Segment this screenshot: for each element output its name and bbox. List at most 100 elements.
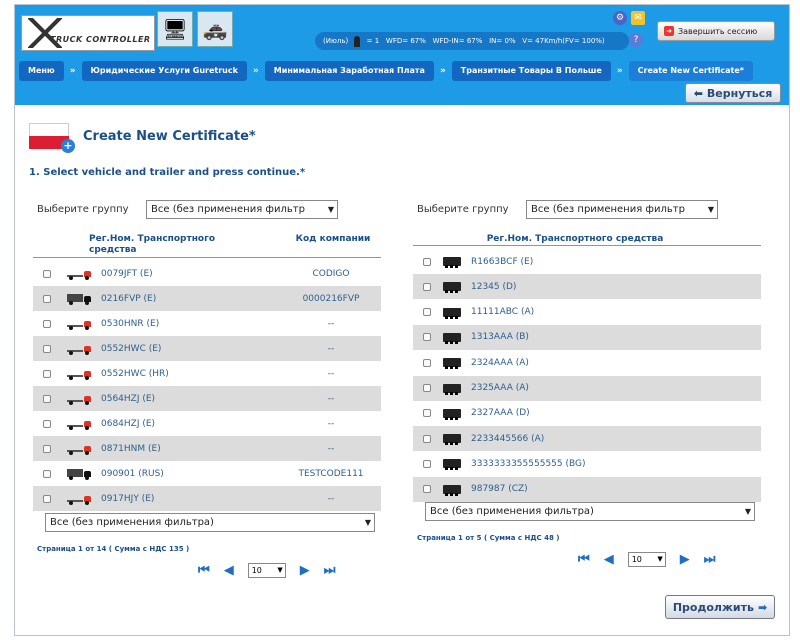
logout-label: Завершить сессию: [678, 26, 758, 36]
right-page-size-select[interactable]: 10 ▼: [627, 552, 666, 567]
trailer-plate: 1313AAA (B): [471, 332, 529, 343]
back-label: Вернуться: [706, 86, 773, 100]
row-checkbox[interactable]: [423, 333, 431, 342]
table-row[interactable]: 1313AAA (B): [413, 324, 761, 350]
table-row[interactable]: 0552HWC (E) --: [33, 336, 381, 361]
plus-icon: +: [61, 139, 75, 153]
back-arrow-icon: ⬅: [693, 86, 703, 100]
row-checkbox[interactable]: [43, 394, 51, 403]
breadcrumb-legal-services[interactable]: Юридические Услуги Guretruck: [81, 61, 247, 81]
row-checkbox[interactable]: [43, 269, 51, 278]
right-group-select[interactable]: Все (без применения фильтр ▼: [526, 200, 718, 219]
table-row[interactable]: 090901 (RUS) TESTCODE111: [33, 461, 381, 486]
row-checkbox[interactable]: [43, 494, 51, 503]
table-row[interactable]: 0530HNR (E) --: [33, 311, 381, 336]
trailer-plate: 2325AAA (A): [471, 383, 529, 393]
company-code: --: [327, 493, 335, 504]
table-row[interactable]: 2324AAA (A): [413, 350, 761, 375]
row-checkbox[interactable]: [43, 419, 51, 428]
trailer-plate: R1663BCF (E): [471, 256, 534, 267]
right-group-label: Выберите группу: [417, 204, 509, 215]
settings-icon[interactable]: ⚙: [613, 11, 627, 25]
right-header-divider: [413, 245, 761, 246]
row-checkbox[interactable]: [423, 434, 431, 443]
next-page-icon[interactable]: ▶: [680, 552, 690, 567]
table-row[interactable]: 0871HNM (E) --: [33, 436, 381, 461]
row-checkbox[interactable]: [43, 369, 51, 378]
table-row[interactable]: 0564HZJ (E) --: [33, 386, 381, 411]
computer-satellite-icon[interactable]: 🖥: [157, 11, 193, 47]
row-checkbox[interactable]: [43, 469, 51, 478]
chevron-down-icon: ▼: [707, 205, 714, 214]
left-group-select[interactable]: Все (без применения фильтр ▼: [146, 200, 338, 219]
trailer-icon: [443, 408, 461, 420]
vehicle-plate: 0079JFT (E): [101, 268, 153, 279]
table-row[interactable]: 987987 (CZ): [413, 476, 761, 502]
row-checkbox[interactable]: [423, 485, 431, 494]
trailer-plate: 2233445566 (A): [471, 433, 545, 444]
table-row[interactable]: 2325AAA (A): [413, 375, 761, 401]
right-page-size: 10: [631, 555, 642, 564]
vehicle-plate: 0917HJY (E): [101, 493, 155, 504]
logout-button[interactable]: ➜ Завершить сессию: [657, 21, 775, 41]
company-code: --: [327, 343, 335, 354]
back-button[interactable]: ⬅ Вернуться: [685, 83, 781, 103]
help-icon[interactable]: ?: [629, 33, 643, 47]
vehicle-plate: 0871HNM (E): [101, 443, 161, 454]
row-checkbox[interactable]: [43, 294, 51, 303]
row-checkbox[interactable]: [423, 358, 431, 367]
table-row[interactable]: 11111ABC (A): [413, 300, 761, 325]
trailer-icon: [443, 459, 461, 471]
breadcrumb-minimum-wage[interactable]: Минимальная Заработная Плата: [264, 61, 434, 81]
trailer-icon: [443, 383, 461, 395]
last-page-icon[interactable]: ⏭: [324, 563, 336, 578]
table-row[interactable]: 12345 (D): [413, 274, 761, 300]
row-checkbox[interactable]: [423, 384, 431, 392]
right-pagination: ⏮ ◀ 10 ▼ ▶ ⏭: [578, 552, 715, 567]
first-page-icon[interactable]: ⏮: [578, 552, 590, 567]
truck-black-icon: [67, 293, 91, 305]
table-row[interactable]: 0917HJY (E) --: [33, 486, 381, 511]
table-row[interactable]: 0552HWC (HR) --: [33, 361, 381, 386]
row-checkbox[interactable]: [43, 444, 51, 453]
breadcrumb-separator: »: [252, 66, 259, 76]
first-page-icon[interactable]: ⏮: [198, 563, 210, 578]
breadcrumb-menu[interactable]: Меню: [19, 61, 64, 81]
row-checkbox[interactable]: [423, 308, 431, 317]
row-checkbox[interactable]: [43, 319, 51, 328]
table-row[interactable]: 0216FVP (E) 0000216FVP: [33, 286, 381, 311]
table-row[interactable]: 2327AAA (D): [413, 401, 761, 426]
table-row[interactable]: 0684HZJ (E) --: [33, 411, 381, 436]
left-filter-select[interactable]: Все (без применения фильтра) ▼: [45, 513, 375, 532]
logout-icon: ➜: [664, 26, 674, 36]
row-checkbox[interactable]: [423, 282, 431, 291]
chevron-down-icon: ▼: [364, 518, 371, 527]
row-checkbox[interactable]: [423, 257, 431, 266]
right-filter-select[interactable]: Все (без применения фильтра) ▼: [425, 502, 755, 521]
breadcrumb-transit-goods[interactable]: Транзитные Товары В Польше: [451, 61, 611, 81]
breadcrumb-create-certificate[interactable]: Create New Certificate*: [628, 61, 753, 81]
truck-red-icon: [67, 344, 91, 355]
left-page-size-select[interactable]: 10 ▼: [247, 563, 286, 578]
table-row[interactable]: 2233445566 (A): [413, 426, 761, 452]
prev-page-icon[interactable]: ◀: [224, 563, 234, 578]
truck-red-icon: [67, 444, 91, 455]
breadcrumb-separator: »: [439, 66, 446, 76]
truck-black-icon: [67, 468, 91, 480]
prev-page-icon[interactable]: ◀: [604, 552, 614, 567]
continue-button[interactable]: Продолжить ➡: [665, 595, 775, 619]
last-page-icon[interactable]: ⏭: [704, 552, 716, 567]
table-row[interactable]: R1663BCF (E): [413, 249, 761, 274]
table-row[interactable]: 0079JFT (E) CODIGO: [33, 261, 381, 286]
trailer-icon: [443, 484, 461, 496]
row-checkbox[interactable]: [43, 344, 51, 353]
police-car-icon[interactable]: 🚓: [197, 11, 233, 47]
mail-icon[interactable]: ✉: [631, 11, 645, 25]
table-row[interactable]: 3333333355555555 (BG): [413, 451, 761, 476]
status-in: IN= 0%: [489, 37, 516, 45]
continue-label: Продолжить: [672, 600, 754, 614]
row-checkbox[interactable]: [423, 409, 431, 418]
truck-controller-logo[interactable]: TRUCK CONTROLLER: [21, 15, 155, 51]
row-checkbox[interactable]: [423, 459, 431, 468]
next-page-icon[interactable]: ▶: [300, 563, 310, 578]
